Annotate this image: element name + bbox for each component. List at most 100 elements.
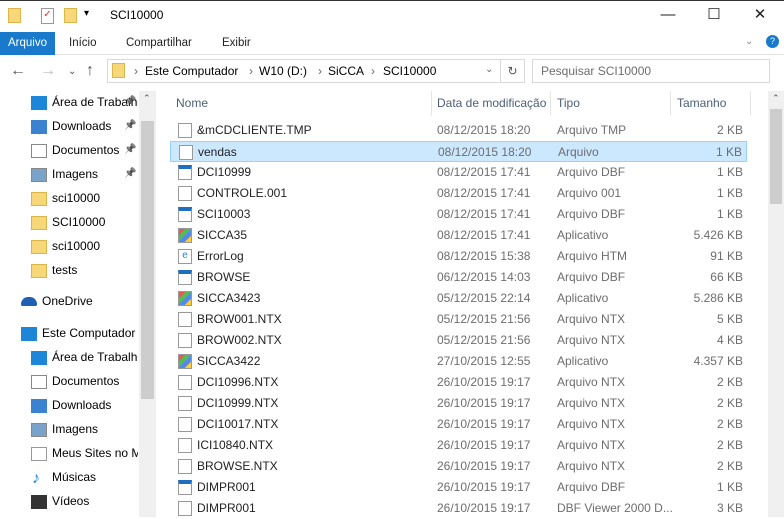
tab-inicio[interactable]: Início	[61, 32, 105, 55]
sidebar-item[interactable]: Este Computador	[21, 322, 138, 344]
sidebar-item[interactable]: Imagens	[31, 163, 138, 185]
breadcrumb-sicca[interactable]: SiCCA	[328, 64, 364, 78]
refresh-icon[interactable]: ↻	[500, 60, 524, 82]
close-button[interactable]: ✕	[737, 0, 783, 32]
file-name: SICCA3422	[197, 354, 261, 368]
column-tipo[interactable]: Tipo	[551, 91, 671, 116]
file-type: Arquivo 001	[557, 186, 622, 200]
video-icon	[31, 494, 47, 509]
file-type: Aplicativo	[557, 354, 609, 368]
back-button[interactable]: ←	[10, 62, 26, 80]
file-row[interactable]: BROW001.NTX 05/12/2015 21:56 Arquivo NTX 5 …	[170, 309, 747, 330]
sidebar-item-label: Músicas	[52, 470, 97, 484]
file-date: 06/12/2015 14:03	[437, 270, 531, 284]
file-name: BROWSE.NTX	[197, 459, 278, 473]
sidebar-item[interactable]: tests	[31, 259, 138, 281]
file-row[interactable]: DCI10017.NTX 26/10/2015 19:17 Arquivo NTX 2…	[170, 414, 747, 435]
file-size: 1 KB	[715, 145, 742, 159]
sidebar-item[interactable]: sci10000	[31, 235, 138, 257]
file-row[interactable]: BROWSE.NTX 26/10/2015 19:17 Arquivo NTX 2 K…	[170, 456, 747, 477]
column-nome[interactable]: Nome	[170, 91, 432, 116]
forward-button[interactable]: →	[40, 62, 56, 80]
file-icon	[178, 501, 192, 516]
file-row[interactable]: BROW002.NTX 05/12/2015 21:56 Arquivo NTX 4 …	[170, 330, 747, 351]
folder-icon	[31, 191, 47, 206]
file-row[interactable]: SICCA3422 27/10/2015 12:55 Aplicativo 4.357…	[170, 351, 747, 372]
sidebar-item[interactable]: Imagens	[31, 418, 138, 440]
file-type: Arquivo DBF	[557, 207, 626, 221]
address-bar[interactable]: › Este Computador › W10 (D:) › SiCCA › S…	[107, 59, 525, 83]
file-icon	[178, 270, 192, 285]
file-row[interactable]: ICI10840.NTX 26/10/2015 19:17 Arquivo NTX 2…	[170, 435, 747, 456]
sidebar-item[interactable]: 🡇 Downloads	[31, 115, 138, 137]
file-row[interactable]: &mCDCLIENTE.TMP 08/12/2015 18:20 Arquivo T…	[170, 120, 747, 141]
breadcrumb-separator: ›	[134, 64, 138, 78]
window-title: SCI10000	[110, 8, 164, 22]
sidebar-item[interactable]: 🡇 Downloads	[31, 394, 138, 416]
properties-icon[interactable]: ✓	[41, 8, 54, 24]
sidebar-item[interactable]: OneDrive	[21, 290, 138, 312]
file-row[interactable]: BROWSE 06/12/2015 14:03 Arquivo DBF 66 KB	[170, 267, 747, 288]
maximize-button[interactable]: ☐	[691, 0, 737, 32]
file-row[interactable]: SICCA35 08/12/2015 17:41 Aplicativo 5.426 K…	[170, 225, 747, 246]
sidebar-scroll-thumb[interactable]	[141, 121, 154, 399]
sidebar-item[interactable]: Documentos	[31, 370, 138, 392]
recent-locations-icon[interactable]: ⌄	[68, 66, 76, 77]
file-name: SICCA3423	[197, 291, 261, 305]
file-name: DCI10999.NTX	[197, 396, 279, 410]
column-tamanho[interactable]: Tamanho	[671, 91, 751, 116]
file-size: 5.426 KB	[693, 228, 743, 242]
sidebar-item-label: SCI10000	[52, 215, 106, 229]
file-size: 3 KB	[716, 501, 743, 515]
sidebar-item[interactable]: ♪ Músicas	[31, 466, 138, 488]
column-data[interactable]: Data de modificação	[431, 91, 551, 116]
images-icon	[31, 167, 47, 182]
sidebar-item[interactable]: Meus Sites no MSN	[31, 442, 138, 464]
tab-compartilhar[interactable]: Compartilhar	[118, 32, 200, 55]
address-dropdown-icon[interactable]: ⌄	[485, 64, 493, 75]
file-name: BROWSE	[197, 270, 251, 284]
file-size: 1 KB	[716, 165, 743, 179]
sidebar-item[interactable]: Área de Trabalho	[31, 91, 138, 113]
file-row[interactable]: DCI10999 08/12/2015 17:41 Arquivo DBF 1 KB	[170, 162, 747, 183]
sidebar-item[interactable]: Documentos	[31, 139, 138, 161]
file-date: 26/10/2015 19:17	[437, 501, 531, 515]
breadcrumb-este-computador[interactable]: Este Computador	[145, 64, 238, 78]
customize-quick-access-icon[interactable]: ▾	[84, 8, 89, 24]
up-button[interactable]: ↑	[86, 62, 94, 80]
file-date: 27/10/2015 12:55	[437, 354, 531, 368]
new-folder-icon[interactable]	[64, 8, 77, 23]
sidebar-item[interactable]: SCI10000	[31, 211, 138, 233]
file-row[interactable]: DIMPR001 26/10/2015 19:17 Arquivo DBF 1 KB	[170, 477, 747, 498]
file-row[interactable]: SCI10003 08/12/2015 17:41 Arquivo DBF 1 KB	[170, 204, 747, 225]
breadcrumb-w10[interactable]: W10 (D:)	[259, 64, 307, 78]
file-name: &mCDCLIENTE.TMP	[197, 123, 312, 137]
file-size: 1 KB	[716, 480, 743, 494]
desktop-icon	[31, 95, 47, 110]
breadcrumb-separator: ›	[249, 64, 253, 78]
file-type: Arquivo TMP	[557, 123, 627, 137]
sidebar-item[interactable]: sci10000	[31, 187, 138, 209]
file-list-scroll-thumb[interactable]	[770, 109, 782, 204]
tab-arquivo[interactable]: Arquivo	[0, 32, 55, 55]
sidebar-item-label: tests	[52, 263, 78, 277]
file-icon	[178, 375, 192, 390]
file-row[interactable]: DIMPR001 26/10/2015 19:17 DBF Viewer 2000 …	[170, 498, 747, 519]
file-row[interactable]: DCI10999.NTX 26/10/2015 19:17 Arquivo NTX 2…	[170, 393, 747, 414]
desktop-icon	[31, 350, 47, 365]
search-input[interactable]: Pesquisar SCI10000	[532, 59, 770, 83]
file-row[interactable]: vendas 08/12/2015 18:20 Arquivo 1 KB	[170, 141, 747, 162]
minimize-button[interactable]: —	[645, 0, 691, 32]
breadcrumb-sci10000[interactable]: SCI10000	[383, 64, 436, 78]
sidebar-item[interactable]: Vídeos	[31, 490, 138, 512]
file-row[interactable]: SICCA3423 05/12/2015 22:14 Aplicativo 5.286…	[170, 288, 747, 309]
help-icon[interactable]: ?	[766, 35, 779, 48]
file-row[interactable]: DCI10996.NTX 26/10/2015 19:17 Arquivo NTX 2…	[170, 372, 747, 393]
images-icon	[31, 422, 47, 437]
tab-exibir[interactable]: Exibir	[214, 32, 259, 55]
sidebar-item[interactable]: Área de Trabalho	[31, 346, 138, 368]
file-row[interactable]: e ErrorLog 08/12/2015 15:38 Arquivo HTM 91 K…	[170, 246, 747, 267]
expand-ribbon-icon[interactable]: ⌄	[745, 36, 753, 47]
file-size: 4.357 KB	[693, 354, 743, 368]
file-row[interactable]: CONTROLE.001 08/12/2015 17:41 Arquivo 001 1…	[170, 183, 747, 204]
